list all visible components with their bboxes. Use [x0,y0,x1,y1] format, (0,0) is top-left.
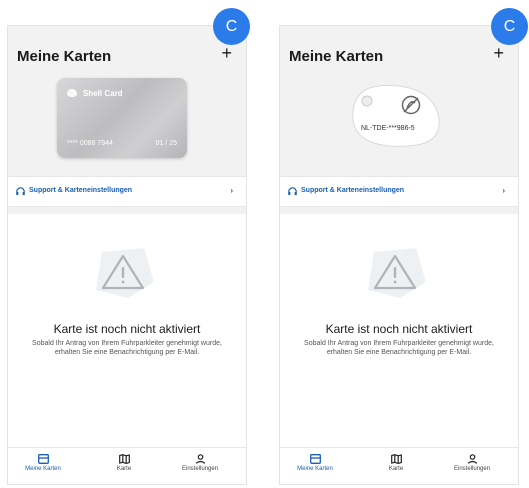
headset-icon [16,187,25,196]
key-tag-card[interactable]: NL-TDE-***986-5 [347,81,442,149]
headset-icon [288,187,297,196]
empty-state-title: Karte ist noch nicht aktiviert [325,322,473,336]
tab-label: Einstellungen [181,466,219,472]
key-tag-id: NL-TDE-***986-5 [361,125,415,132]
tab-karte[interactable]: Karte [366,452,426,482]
chevron-right-icon: › [230,186,233,195]
tab-einstellungen[interactable]: Einstellungen [442,452,502,482]
shell-logo-icon [67,89,77,97]
map-icon [118,454,130,464]
chevron-right-icon: › [502,186,505,195]
header: Meine Karten + NL-TDE-***986-5 [280,26,518,176]
card-expiry: 01 / 25 [155,140,177,147]
page-title: Meine Karten [17,48,112,65]
warning-icon [96,248,154,298]
phone-screen-key-tag: Meine Karten + NL-TDE-***986-5 Support &… [279,25,519,485]
empty-state-text: Sobald Ihr Antrag von Ihrem Fuhrparkleit… [304,340,494,356]
tab-meine-karten[interactable]: Meine Karten [13,452,73,482]
shell-card[interactable]: Shell Card **** 0088 7944 01 / 25 [57,78,187,158]
person-icon [467,454,477,464]
page-title: Meine Karten [289,48,384,65]
letter-badge: C [213,8,250,45]
map-icon [390,454,402,464]
person-icon [195,454,205,464]
tab-label: Meine Karten [25,466,61,472]
card-brand: Shell Card [83,89,123,98]
add-card-button[interactable]: + [221,44,232,62]
phone-screen-shell-card: Meine Karten + Shell Card **** 0088 7944… [7,25,247,485]
card-number: **** 0088 7944 [67,140,113,147]
header: Meine Karten + Shell Card **** 0088 7944… [8,26,246,176]
key-tag-shape [352,84,440,147]
support-label: Support & Karteneinstellungen [301,187,405,194]
tab-meine-karten[interactable]: Meine Karten [285,452,345,482]
empty-state-title: Karte ist noch nicht aktiviert [53,322,201,336]
tab-einstellungen[interactable]: Einstellungen [170,452,230,482]
tab-karte[interactable]: Karte [94,452,154,482]
tab-label: Karte [388,466,404,472]
support-label: Support & Karteneinstellungen [29,187,133,194]
tab-bar: Meine Karten Karte Einstellungen [280,447,518,484]
card-icon [309,454,321,464]
support-settings-row[interactable]: Support & Karteneinstellungen › [8,176,246,207]
letter-badge: C [491,8,528,45]
warning-icon [368,248,426,298]
add-card-button[interactable]: + [493,44,504,62]
empty-state-text: Sobald Ihr Antrag von Ihrem Fuhrparkleit… [32,340,222,356]
support-settings-row[interactable]: Support & Karteneinstellungen › [280,176,518,207]
tab-bar: Meine Karten Karte Einstellungen [8,447,246,484]
card-icon [37,454,49,464]
empty-state: Karte ist noch nicht aktiviert Sobald Ih… [280,214,518,447]
tab-label: Meine Karten [297,466,333,472]
tab-label: Karte [116,466,132,472]
empty-state: Karte ist noch nicht aktiviert Sobald Ih… [8,214,246,447]
tab-label: Einstellungen [453,466,491,472]
